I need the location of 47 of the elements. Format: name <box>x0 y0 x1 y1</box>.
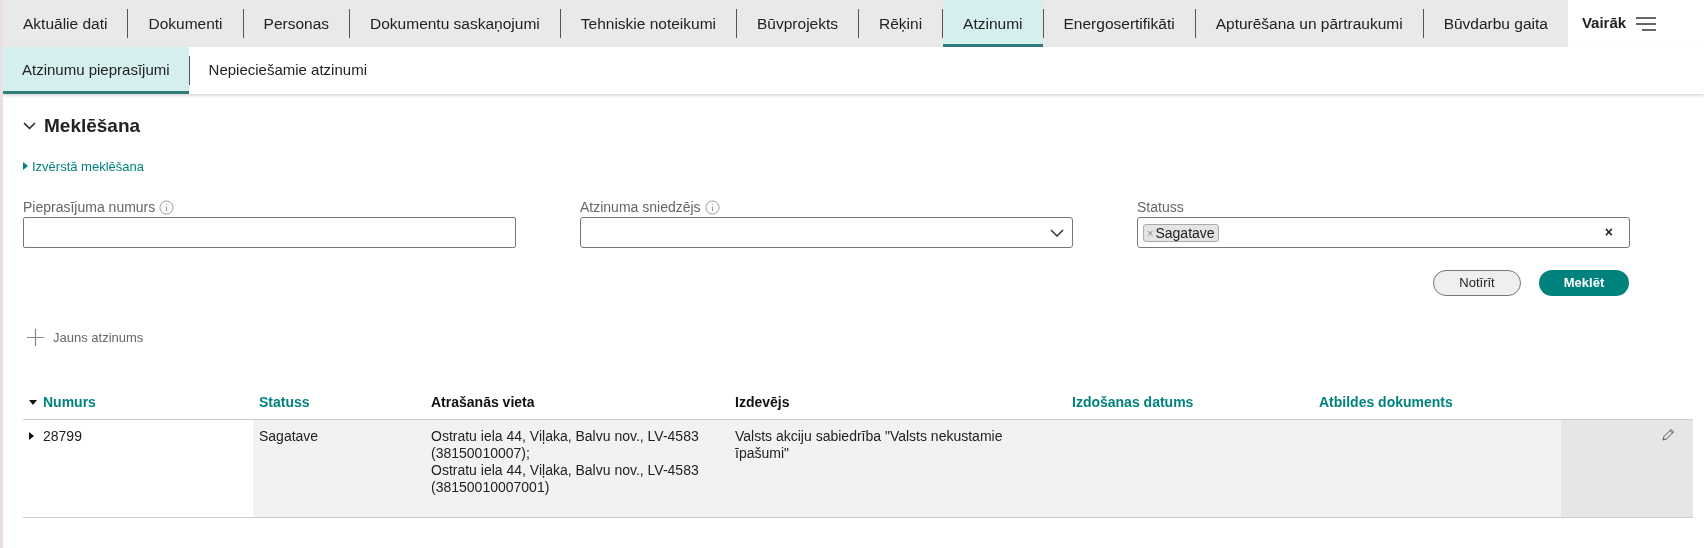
table-cell: 28799 <box>43 427 82 445</box>
sort-caret-icon <box>29 399 37 405</box>
nav-tab[interactable]: Personas <box>243 0 350 47</box>
info-icon[interactable] <box>704 199 720 215</box>
column-header[interactable]: Atbildes dokuments <box>1319 391 1453 413</box>
nav-tab[interactable]: Energosertifikāti <box>1043 0 1195 47</box>
chevron-icon <box>1050 228 1064 237</box>
nav-tab[interactable]: Atzinumi <box>943 0 1043 47</box>
sub-tab[interactable]: Atzinumu pieprasījumi <box>3 47 189 94</box>
nav-tab[interactable]: Būvprojekts <box>737 0 858 47</box>
caret-icon <box>23 162 28 171</box>
table-cell-text: Valsts akciju sabiedrība "Valsts nekustamie īpašumi" <box>735 427 1004 462</box>
field-label: Atzinuma sniedzējs <box>580 197 701 217</box>
nav-tab[interactable]: Tehniskie noteikumi <box>560 0 737 47</box>
more-menu-button[interactable]: Vairāk <box>1567 0 1704 47</box>
column-header[interactable]: Numurs <box>43 391 96 413</box>
dropdown-field[interactable] <box>580 217 1073 248</box>
new-opinion-button[interactable]: Jauns atzinums <box>27 328 144 348</box>
advanced-search-link[interactable]: Izvērstā meklēšana <box>23 156 144 176</box>
column-header: Izdevējs <box>735 392 790 412</box>
table-cell-text: Ostratu iela 44, Viļaka, Balvu nov., LV-4583 (38150010007); Ostratu iela 44, Viļaka, Balvu nov., LV-4583 (38150010007001) <box>431 427 700 496</box>
table-cell: Sagatave <box>259 427 319 445</box>
tag-label: Sagatave <box>1155 224 1215 241</box>
nav-tab[interactable]: Apturēšana un pārtraukumi <box>1195 0 1423 47</box>
nav-tab[interactable]: Dokumenti <box>128 0 243 47</box>
pencil-icon[interactable] <box>1661 427 1675 442</box>
clear-form-button[interactable]: Notīrīt <box>1433 270 1521 296</box>
input-field[interactable] <box>23 217 516 248</box>
sub-tab[interactable]: Nepieciešamie atzinumi <box>189 47 386 94</box>
column-header[interactable]: Statuss <box>259 391 310 413</box>
plus-icon <box>27 329 44 347</box>
field-label: Statuss <box>1137 197 1184 217</box>
column-header[interactable]: Izdošanas datums <box>1072 391 1194 413</box>
nav-tab[interactable]: Aktuālie dati <box>3 0 128 47</box>
chevron-icon <box>23 122 36 131</box>
nav-tab[interactable]: Dokumentu saskaņojumi <box>350 0 560 47</box>
search-button[interactable]: Meklēt <box>1539 270 1629 296</box>
menu-icon <box>1636 15 1657 32</box>
nav-tab[interactable]: Būvdarbu gaita <box>1423 0 1568 47</box>
column-header: Atrašanās vieta <box>431 392 535 412</box>
expand-caret-icon[interactable] <box>29 431 34 440</box>
section-toggle[interactable]: Meklēšana <box>23 112 141 141</box>
info-icon[interactable] <box>159 199 175 215</box>
tag-select-field[interactable]: ×Sagatave × <box>1137 217 1630 248</box>
field-label: Pieprasījuma numurs <box>23 197 156 217</box>
nav-tab[interactable]: Rēķini <box>859 0 943 47</box>
clear-button[interactable]: × <box>1604 222 1613 243</box>
